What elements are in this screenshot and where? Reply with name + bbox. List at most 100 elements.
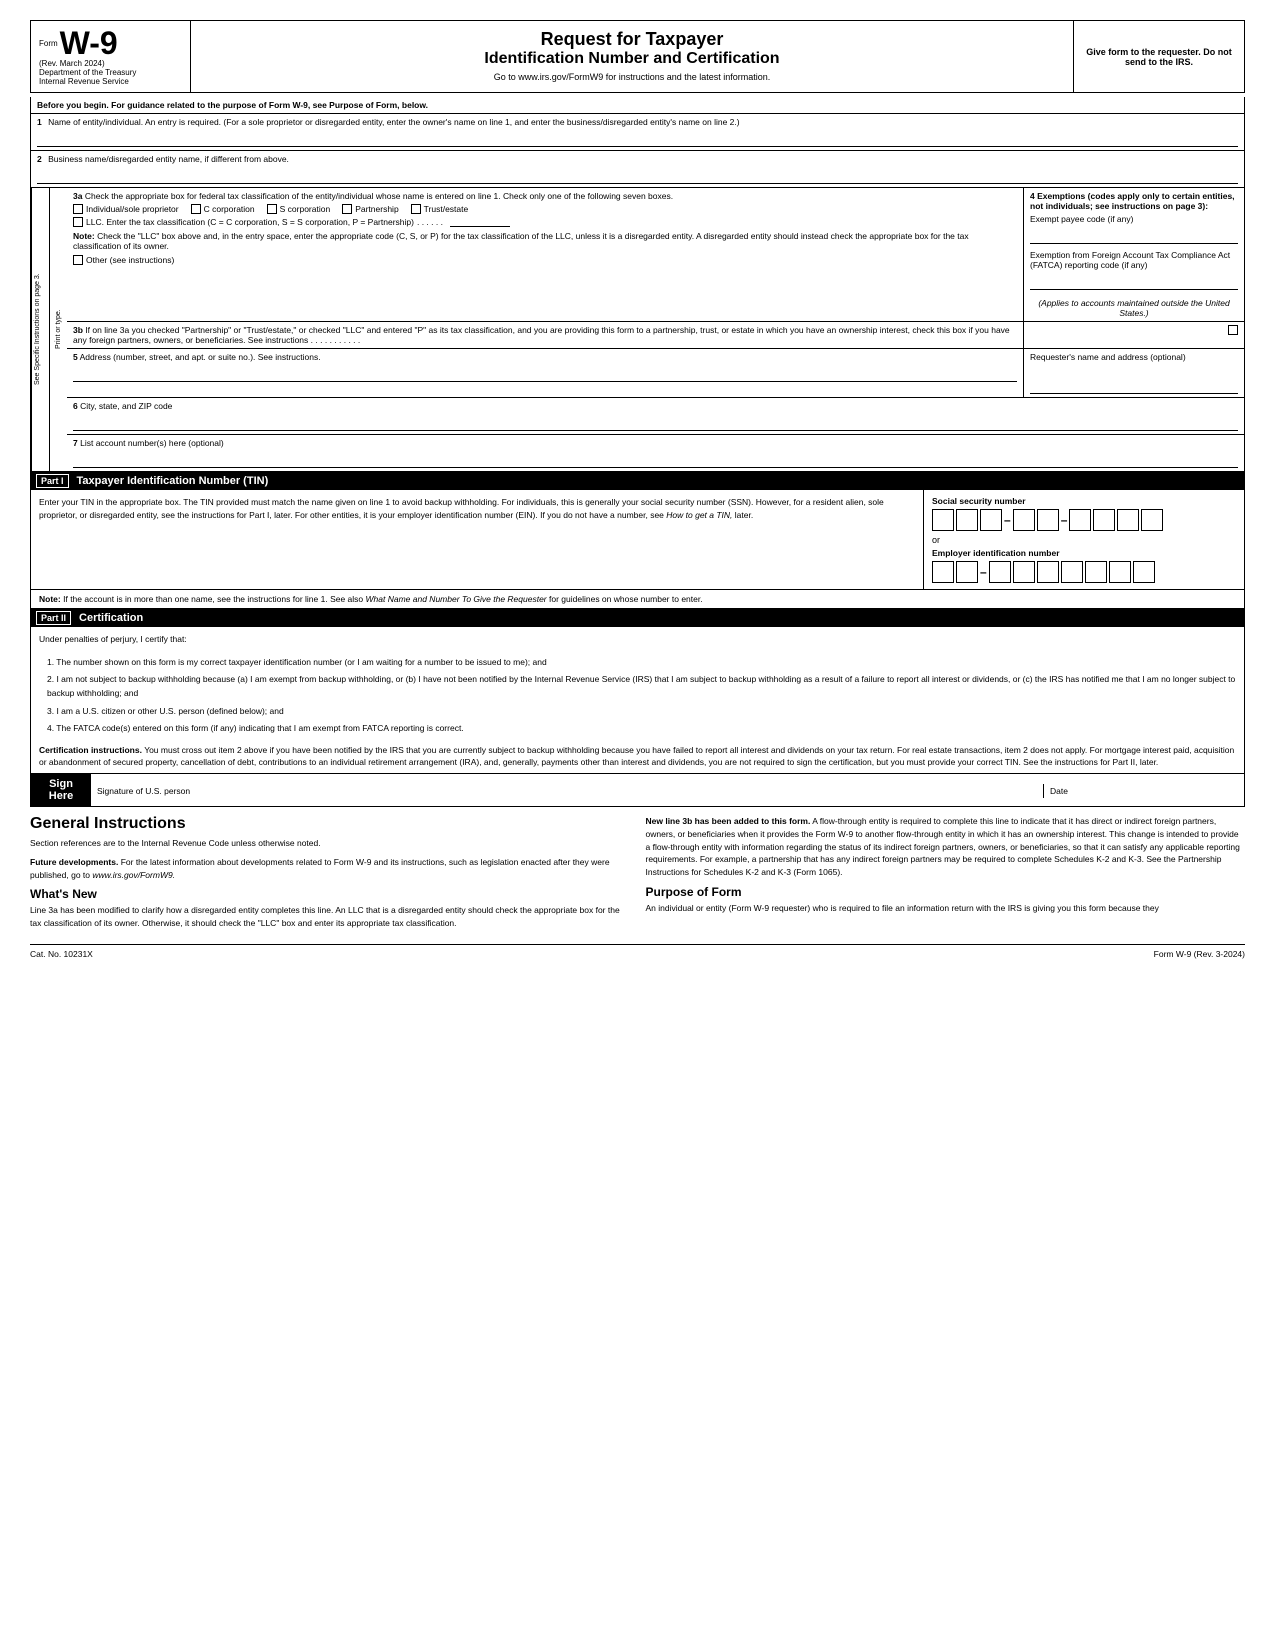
field-4-header: 4 Exemptions (codes apply only to certai… (1030, 191, 1238, 211)
field-5-input[interactable] (73, 364, 1017, 382)
tin-note-label: Note: (39, 594, 61, 604)
cb-llc-label: LLC. Enter the tax classification (C = C… (86, 217, 414, 227)
cb-individual-item[interactable]: Individual/sole proprietor (73, 204, 179, 214)
form-body: 1 Name of entity/individual. An entry is… (30, 114, 1245, 472)
date-field[interactable]: Date (1044, 784, 1244, 798)
part2-header: Part II Certification (30, 609, 1245, 627)
cert-instructions-bold: Certification instructions. (39, 745, 142, 755)
ssn-cell-2[interactable] (956, 509, 978, 531)
cb-other-item[interactable]: Other (see instructions) (73, 255, 174, 265)
future-dev-para: Future developments. For the latest info… (30, 856, 630, 882)
cb-trust-box[interactable] (411, 204, 421, 214)
cb-llc-item[interactable]: LLC. Enter the tax classification (C = C… (73, 217, 510, 227)
tin-note-text: If the account is in more than one name,… (63, 594, 363, 604)
fatca-input[interactable] (1030, 272, 1238, 290)
cb-individual-box[interactable] (73, 204, 83, 214)
ein-cell-8[interactable] (1109, 561, 1131, 583)
cb-partnership-item[interactable]: Partnership (342, 204, 398, 214)
cb-scorp-item[interactable]: S corporation (267, 204, 331, 214)
cert-list: 1. The number shown on this form is my c… (31, 652, 1244, 740)
before-begin: Before you begin. For guidance related t… (30, 97, 1245, 114)
form-header: Form W-9 (Rev. March 2024) Department of… (30, 20, 1245, 93)
field-7-label: List account number(s) here (optional) (80, 438, 224, 448)
cb-ccorp-label: C corporation (204, 204, 255, 214)
ssn-cell-4[interactable] (1013, 509, 1035, 531)
field-2-input[interactable] (37, 166, 1238, 184)
ssn-label: Social security number (932, 496, 1236, 506)
ein-cell-9[interactable] (1133, 561, 1155, 583)
ssn-cell-3[interactable] (980, 509, 1002, 531)
before-begin-text: Before you begin. For guidance related t… (37, 100, 428, 110)
tin-text1: Enter your TIN in the appropriate box. T… (39, 497, 884, 520)
cb-ccorp-item[interactable]: C corporation (191, 204, 255, 214)
ssn-cell-7[interactable] (1093, 509, 1115, 531)
field-3a-block: 3a Check the appropriate box for federal… (67, 188, 1024, 321)
page: Form W-9 (Rev. March 2024) Department of… (0, 0, 1275, 979)
field-3b-text: If on line 3a you checked "Partnership" … (73, 325, 1010, 345)
cb-3b-box[interactable] (1228, 325, 1238, 335)
ein-cell-2[interactable] (956, 561, 978, 583)
field-7-row: 7 List account number(s) here (optional) (67, 435, 1244, 471)
ssn-cell-8[interactable] (1117, 509, 1139, 531)
sign-here-label: Sign Here (31, 774, 91, 806)
signature-field[interactable]: Signature of U.S. person (91, 784, 1044, 798)
sign-fields-block: Signature of U.S. person Date (91, 774, 1244, 806)
ssn-cell-6[interactable] (1069, 509, 1091, 531)
field-6-input[interactable] (73, 413, 1238, 431)
cb-scorp-box[interactable] (267, 204, 277, 214)
field-2-label: Business name/disregarded entity name, i… (48, 154, 289, 164)
sign-label-line1: Sign (49, 778, 73, 790)
purpose-text: An individual or entity (Form W-9 reques… (646, 902, 1246, 915)
section-refs-para: Section references are to the Internal R… (30, 837, 630, 850)
cert-instructions-para: Certification instructions. You must cro… (31, 740, 1244, 774)
field-6-num: 6 (73, 401, 78, 411)
gen-instructions-title: General Instructions (30, 815, 630, 833)
llc-type-input[interactable] (450, 217, 510, 227)
ein-cell-6[interactable] (1061, 561, 1083, 583)
cb-partnership-box[interactable] (342, 204, 352, 214)
future-link: www.irs.gov/FormW9. (92, 870, 175, 880)
sign-label-line2: Here (49, 790, 73, 802)
field-3b-num: 3b (73, 325, 83, 335)
form-id-block: Form W-9 (Rev. March 2024) Department of… (31, 21, 191, 92)
form-number: W-9 (60, 27, 118, 59)
field-4-label: Exemptions (codes apply only to certain … (1030, 191, 1235, 211)
field-1-input[interactable] (37, 129, 1238, 147)
ein-cell-4[interactable] (1013, 561, 1035, 583)
field-7-input[interactable] (73, 450, 1238, 468)
cb-trust-item[interactable]: Trust/estate (411, 204, 469, 214)
ssn-dash-2: – (1061, 513, 1068, 527)
cb-ccorp-box[interactable] (191, 204, 201, 214)
cb-partnership-label: Partnership (355, 204, 398, 214)
ssn-cell-5[interactable] (1037, 509, 1059, 531)
cb-llc-box[interactable] (73, 217, 83, 227)
field-3a-header: 3a Check the appropriate box for federal… (73, 191, 1017, 201)
gen-right-col: New line 3b has been added to this form.… (646, 815, 1246, 936)
note-3a-block: Note: Check the "LLC" box above and, in … (73, 231, 1017, 251)
row-5-req: 5 Address (number, street, and apt. or s… (67, 349, 1244, 398)
field-6-label: City, state, and ZIP code (80, 401, 172, 411)
fatca-label: Exemption from Foreign Account Tax Compl… (1030, 250, 1238, 270)
cert-item-2: 2. I am not subject to backup withholdin… (47, 673, 1236, 700)
cb-trust-label: Trust/estate (424, 204, 469, 214)
ein-cell-3[interactable] (989, 561, 1011, 583)
new-3b-bold: New line 3b has been added to this form. (646, 816, 811, 826)
ein-grid: – (932, 561, 1236, 583)
cb-other-box[interactable] (73, 255, 83, 265)
part1-label: Part I (36, 474, 69, 488)
ein-cell-5[interactable] (1037, 561, 1059, 583)
exempt-payee-input[interactable] (1030, 226, 1238, 244)
field-4-num: 4 (1030, 191, 1035, 201)
form-ref-footer: Form W-9 (Rev. 3-2024) (1154, 949, 1245, 959)
ssn-cell-9[interactable] (1141, 509, 1163, 531)
tin-note: Note: If the account is in more than one… (31, 589, 1244, 608)
ein-cell-7[interactable] (1085, 561, 1107, 583)
ssn-cell-1[interactable] (932, 509, 954, 531)
requester-input[interactable] (1030, 364, 1238, 394)
tin-boxes-block: Social security number – – or Employer i… (924, 490, 1244, 589)
ein-label: Employer identification number (932, 548, 1236, 558)
cert-item-1: 1. The number shown on this form is my c… (47, 656, 1236, 670)
field-3b-content: 3b If on line 3a you checked "Partnershi… (67, 322, 1024, 348)
note-3a-label: Note: (73, 231, 95, 241)
ein-cell-1[interactable] (932, 561, 954, 583)
